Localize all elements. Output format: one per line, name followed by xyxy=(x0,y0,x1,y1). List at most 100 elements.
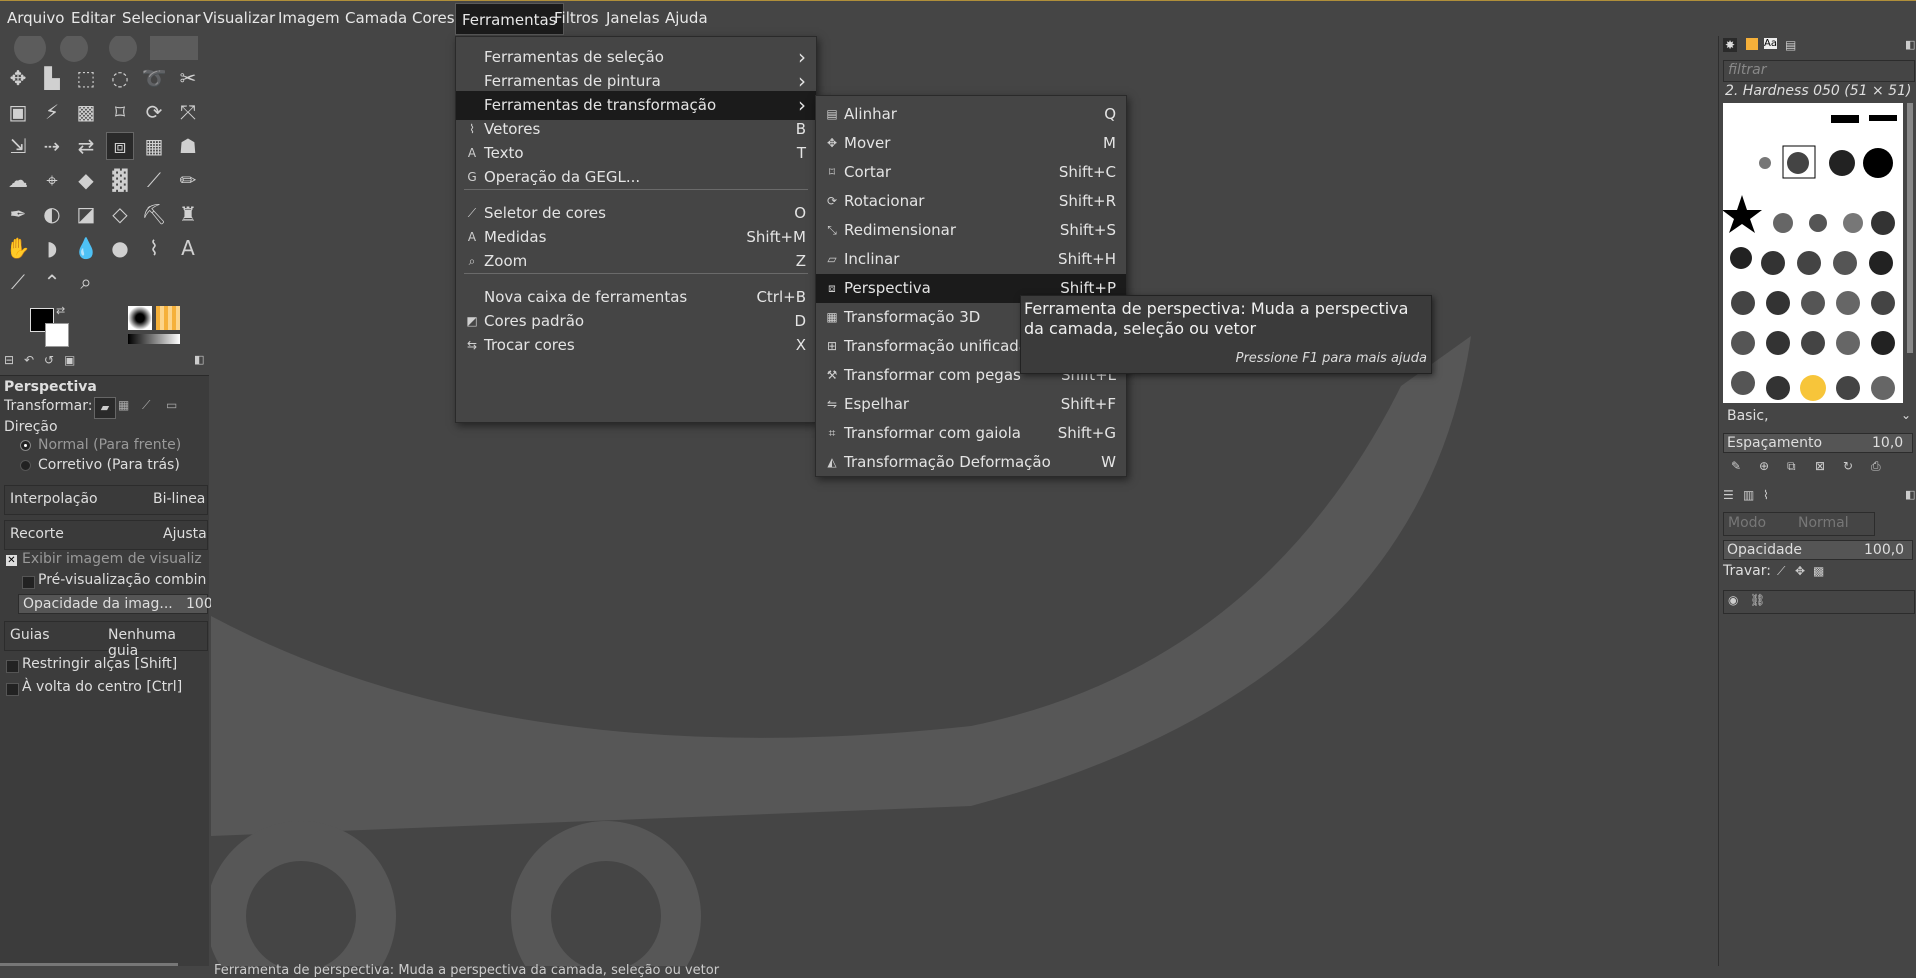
dock-menu-icon[interactable]: ◧ xyxy=(194,353,204,366)
composited-preview-checkbox[interactable] xyxy=(22,576,35,589)
brush-preset-combo[interactable]: Basic, ⌄ xyxy=(1723,407,1913,427)
smudge-icon[interactable]: ✋ xyxy=(4,234,32,262)
menu-camada[interactable]: Camada xyxy=(345,9,407,27)
pencil-icon[interactable]: ✏ xyxy=(174,166,202,194)
guides-combo[interactable]: Guias Nenhuma guia xyxy=(4,621,208,659)
menu-cores[interactable]: Cores xyxy=(412,9,455,27)
transform-menu-item[interactable]: ⟳ Rotacionar Shift+R xyxy=(816,187,1126,216)
tools-menu-item[interactable]: ⌕ Zoom Z xyxy=(456,247,816,276)
transform-menu-item[interactable]: ▱ Inclinar Shift+H xyxy=(816,245,1126,274)
transform-path-icon[interactable]: ⟋ xyxy=(142,398,150,413)
foreground-select-icon[interactable]: ▣ xyxy=(4,98,32,126)
measure-tool-icon[interactable]: ⌃ xyxy=(38,268,66,296)
tool-options-tab-icon[interactable]: ⊟ xyxy=(4,353,14,367)
menu-editar[interactable]: Editar xyxy=(71,9,115,27)
constrain-checkbox[interactable] xyxy=(6,660,19,673)
handle-tool-icon[interactable]: ⇄ xyxy=(72,132,100,160)
rect-select-icon[interactable]: ⬚ xyxy=(72,64,100,92)
burn-icon[interactable]: ● xyxy=(106,234,134,262)
ellipse-select-icon[interactable]: ◌ xyxy=(106,64,134,92)
gradient-tool-icon[interactable]: ⌖ xyxy=(38,166,66,194)
layers-list[interactable]: ◉ ⛓ xyxy=(1723,590,1915,614)
transform-selection-icon[interactable]: ▦ xyxy=(118,398,129,412)
undo-history-tab-icon[interactable]: ↺ xyxy=(44,353,54,367)
menu-visualizar[interactable]: Visualizar xyxy=(203,9,275,27)
brush-grid[interactable] xyxy=(1723,103,1903,403)
text-tool-icon[interactable]: A xyxy=(174,234,202,262)
transform-menu-item[interactable]: ▤ Alinhar Q xyxy=(816,100,1126,129)
shear-tool-icon[interactable]: ⤧ xyxy=(174,98,202,126)
layer-opacity-slider[interactable]: Opacidade 100,0 xyxy=(1723,540,1913,560)
eraser-icon[interactable]: ◇ xyxy=(106,200,134,228)
crop-tool-icon[interactable]: ⌑ xyxy=(106,98,134,126)
brush-preview[interactable] xyxy=(128,306,152,330)
menu-ferramentas[interactable]: Ferramentas xyxy=(455,3,564,35)
transform-menu-item[interactable]: ⤡ Redimensionar Shift+S xyxy=(816,216,1126,245)
paintbrush-icon[interactable]: ⟋ xyxy=(140,166,168,194)
show-preview-checkbox[interactable]: ✕ xyxy=(6,555,17,566)
zoom-tool-icon[interactable]: ⌕ xyxy=(72,268,100,296)
document-history-tab-icon[interactable]: ▤ xyxy=(1785,38,1796,52)
pattern-preview[interactable] xyxy=(156,306,180,330)
gradient-preview[interactable] xyxy=(128,334,180,344)
channels-tab-icon[interactable]: ▥ xyxy=(1743,488,1754,502)
brush-spacing-slider[interactable]: Espaçamento 10,0 xyxy=(1723,433,1913,453)
tools-menu-item[interactable]: G Operação da GEGL... xyxy=(456,163,816,192)
scissors-icon[interactable]: ✂ xyxy=(174,64,202,92)
menu-arquivo[interactable]: Arquivo xyxy=(7,9,64,27)
preview-opacity-slider[interactable]: Opacidade da imag... 100 xyxy=(18,594,213,614)
flip-tool-icon[interactable]: ⇲ xyxy=(4,132,32,160)
layers-dock-menu-icon[interactable]: ◧ xyxy=(1905,488,1915,501)
warp-tool-icon[interactable]: ☁ xyxy=(4,166,32,194)
lock-pixels-icon[interactable]: ⟋ xyxy=(1777,564,1785,579)
blur-icon[interactable]: 💧 xyxy=(72,234,100,262)
airbrush-icon[interactable]: ✒ xyxy=(4,200,32,228)
dodge-icon[interactable]: ◗ xyxy=(38,234,66,262)
lock-alpha-icon[interactable]: ▩ xyxy=(1813,564,1824,578)
refresh-brushes-icon[interactable]: ↻ xyxy=(1843,459,1853,473)
paths-tab-icon[interactable]: ⌇ xyxy=(1763,488,1769,502)
mypaint-icon[interactable]: ◪ xyxy=(72,200,100,228)
clone-icon[interactable]: ⛏ xyxy=(140,200,168,228)
paths-tool-icon[interactable]: ⌇ xyxy=(140,234,168,262)
ink-icon[interactable]: ◐ xyxy=(38,200,66,228)
delete-brush-icon[interactable]: ⊠ xyxy=(1815,459,1825,473)
lock-position-icon[interactable]: ✥ xyxy=(1795,564,1805,578)
menu-ajuda[interactable]: Ajuda xyxy=(665,9,708,27)
brush-scrollbar[interactable] xyxy=(1907,103,1913,353)
rotate-tool-icon[interactable]: ⟳ xyxy=(140,98,168,126)
transform-layer-icon[interactable]: ▰ xyxy=(94,397,116,419)
swap-colors-icon[interactable]: ⇄ xyxy=(56,304,65,317)
device-status-tab-icon[interactable]: ↶ xyxy=(24,353,34,367)
chain-link-icon[interactable]: ⛓ xyxy=(1750,593,1765,607)
unified-tool-icon[interactable]: ⇢ xyxy=(38,132,66,160)
tools-menu-item[interactable]: ⇆ Trocar cores X xyxy=(456,331,816,360)
menu-janelas[interactable]: Janelas xyxy=(606,9,660,27)
right-dock-menu-icon[interactable]: ◧ xyxy=(1905,38,1915,51)
layer-mode-combo[interactable]: Modo Normal xyxy=(1723,512,1875,536)
edit-brush-icon[interactable]: ✎ xyxy=(1731,459,1741,473)
brush-filter-input[interactable]: filtrar xyxy=(1723,60,1915,82)
clipping-combo[interactable]: Recorte Ajusta xyxy=(4,520,208,550)
patterns-tab-icon[interactable] xyxy=(1746,38,1758,50)
move-tool-icon[interactable]: ✥ xyxy=(4,64,32,92)
radio-normal[interactable] xyxy=(20,440,31,451)
transform-menu-item[interactable]: ⌑ Cortar Shift+C xyxy=(816,158,1126,187)
duplicate-brush-icon[interactable]: ⧉ xyxy=(1787,459,1796,474)
bucket-fill-icon[interactable]: ◆ xyxy=(72,166,100,194)
transform-image-icon[interactable]: ▭ xyxy=(166,398,177,412)
menu-selecionar[interactable]: Selecionar xyxy=(122,9,201,27)
layers-tab-icon[interactable]: ☰ xyxy=(1723,488,1734,502)
background-color-swatch[interactable] xyxy=(45,323,69,347)
cage-tool-icon[interactable]: ☗ xyxy=(174,132,202,160)
fuzzy-select-icon[interactable]: ⚡ xyxy=(38,98,66,126)
brushes-tab-icon[interactable]: ✸ xyxy=(1723,38,1738,52)
align-tool-icon[interactable]: ▙ xyxy=(38,64,66,92)
menu-filtros[interactable]: Filtros xyxy=(554,9,599,27)
brush-as-image-icon[interactable]: ⎙ xyxy=(1871,459,1881,474)
perspective-tool-icon[interactable]: ⧈ xyxy=(106,132,134,160)
color-picker-tool-icon[interactable]: ⟋ xyxy=(4,268,32,296)
radio-corrective[interactable] xyxy=(20,460,31,471)
transform-menu-item[interactable]: ⌗ Transformar com gaiola Shift+G xyxy=(816,419,1126,448)
blend-icon[interactable]: ▓ xyxy=(106,166,134,194)
